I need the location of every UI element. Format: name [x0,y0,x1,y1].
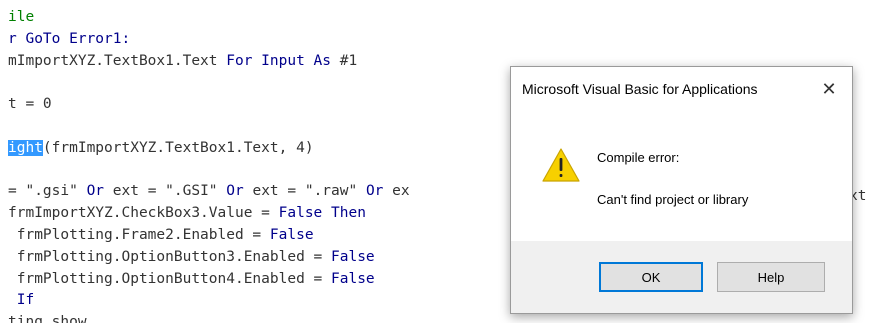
code-token: ex [383,183,410,200]
help-button[interactable]: Help [717,262,825,292]
ok-button[interactable]: OK [599,262,703,292]
warning-icon [542,148,580,182]
code-token: ext = ".raw" [243,183,366,200]
code-token: False [269,227,314,243]
dialog-body: Compile error: Can't find project or lib… [511,111,852,241]
code-line[interactable]: frmPlotting.OptionButton3.Enabled = Fals… [8,248,375,266]
code-token: = ".gsi" [8,183,87,200]
code-token: False [331,248,375,265]
code-token: ile [8,9,35,25]
dialog-title: Microsoft Visual Basic for Applications [522,81,758,97]
code-token: ext = ".GSI" [104,183,227,200]
dialog-footer: OK Help [511,241,852,313]
code-token: Or [86,183,105,200]
error-message: Can't find project or library [597,192,749,207]
code-line[interactable]: t = 0 [8,95,52,113]
code-token: Or [226,183,244,200]
code-token: frmPlotting.Frame2.Enabled = [8,227,270,243]
code-token: #1 [331,52,358,69]
error-dialog: Microsoft Visual Basic for Applications … [510,66,853,314]
code-token: Or [365,183,384,200]
code-line[interactable]: frmPlotting.Frame2.Enabled = False [8,226,314,244]
code-token: r GoTo Error1: [8,30,131,47]
code-line[interactable]: ting.show [8,313,87,323]
code-token: (frmImportXYZ.TextBox1.Text, 4) [42,139,314,156]
code-token: mImportXYZ.TextBox1.Text [8,52,227,69]
selected-text: ight [8,139,43,156]
code-token: False Then [278,205,366,222]
code-token: t = 0 [8,96,52,113]
code-token: For Input As [226,52,332,69]
code-token: False [331,270,375,287]
code-line[interactable]: ile [8,8,34,26]
code-line[interactable]: ight(frmImportXYZ.TextBox1.Text, 4) [8,139,314,157]
code-token: frmPlotting.OptionButton3.Enabled = [8,248,332,265]
code-token: If [8,292,35,309]
code-line[interactable]: If [8,291,34,309]
code-token: frmImportXYZ.CheckBox3.Value = [8,205,279,222]
dialog-titlebar[interactable]: Microsoft Visual Basic for Applications … [511,67,852,111]
error-heading: Compile error: [597,150,680,165]
close-icon[interactable]: ✕ [816,76,842,102]
code-token: ting.show [8,314,87,323]
code-token: frmPlotting.OptionButton4.Enabled = [8,270,332,287]
code-line[interactable]: r GoTo Error1: [8,30,130,48]
code-line[interactable]: = ".gsi" Or ext = ".GSI" Or ext = ".raw"… [8,182,410,200]
code-line[interactable]: frmPlotting.OptionButton4.Enabled = Fals… [8,270,375,288]
code-line[interactable]: mImportXYZ.TextBox1.Text For Input As #1 [8,52,357,70]
code-line[interactable]: frmImportXYZ.CheckBox3.Value = False The… [8,204,366,222]
